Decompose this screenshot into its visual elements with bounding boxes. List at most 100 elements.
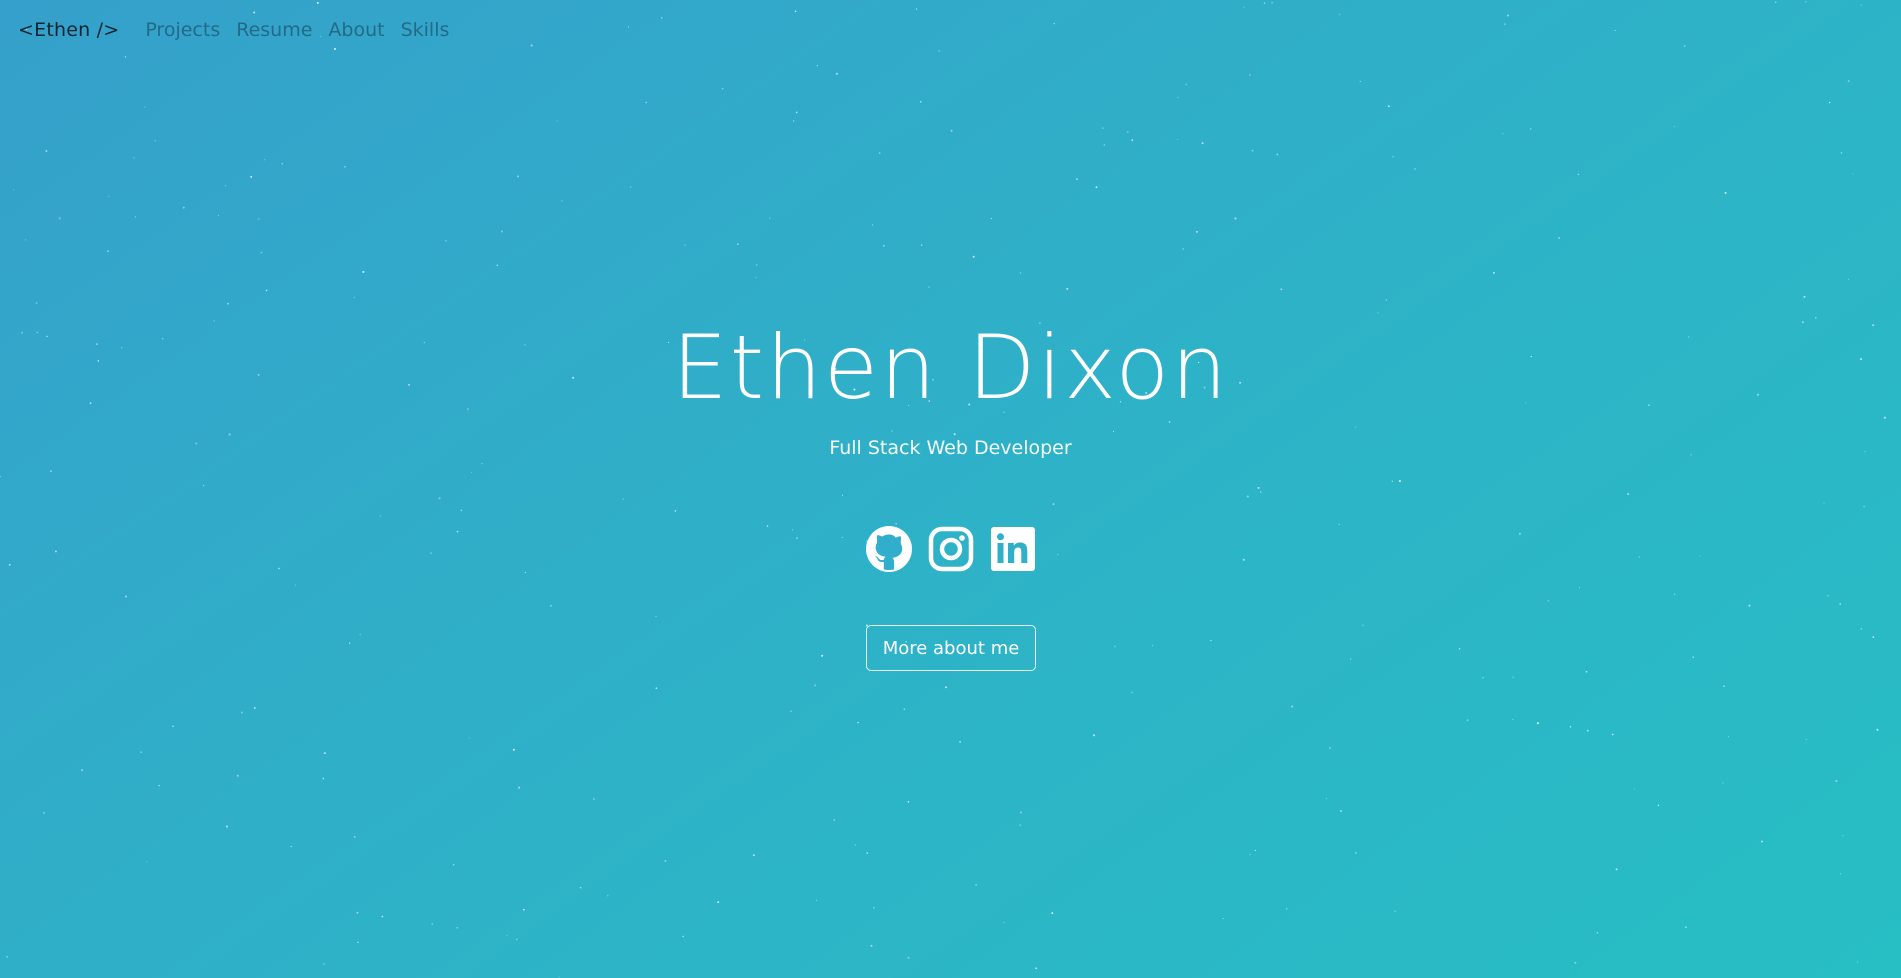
more-about-me-button[interactable]: More about me [866,625,1036,671]
star-dot [140,751,143,754]
star-dot [431,923,433,925]
star-dot [1558,236,1561,240]
nav-link-resume[interactable]: Resume [236,19,312,41]
star-dot [674,510,677,512]
star-dot [1259,491,1262,493]
star-dot [1748,604,1751,607]
star-dot [1234,217,1237,220]
star-dot [124,595,128,598]
instagram-link[interactable] [927,525,975,573]
star-dot [1243,7,1245,9]
star-dot [561,200,563,202]
star-dot [607,895,609,897]
star-dot [6,956,8,958]
star-dot [530,44,533,47]
star-dot [1222,917,1224,920]
star-dot [1823,502,1825,504]
linkedin-icon [990,527,1035,571]
star-dot [1860,628,1862,630]
star-dot [579,886,582,889]
nav-link-about[interactable]: About [328,19,384,41]
star-dot [1842,835,1844,837]
nav-link-projects[interactable]: Projects [145,19,220,41]
star-dot [224,185,227,187]
star-dot [854,844,857,846]
star-dot [1355,852,1357,854]
star-dot [353,296,355,298]
star-dot [182,206,185,209]
star-dot [1075,178,1078,181]
star-dot [381,915,384,918]
star-dot [1847,278,1850,280]
star-dot [1760,840,1763,843]
star-dot [627,26,630,28]
star-dot [322,777,325,780]
star-dot [938,50,940,52]
star-dot [1615,868,1618,871]
star-dot [1673,125,1676,127]
star-dot [438,497,441,500]
star-dot [661,17,663,19]
star-dot [1596,932,1599,934]
nav-link-skills[interactable]: Skills [401,19,450,41]
star-dot [975,883,978,886]
star-dot [1131,139,1134,142]
star-dot [506,934,508,936]
star-dot [356,911,359,914]
star-dot [217,214,220,216]
star-dot [630,186,632,188]
star-dot [1280,288,1283,291]
star-dot [1102,127,1104,129]
star-dot [1611,733,1614,736]
star-dot [945,686,947,689]
star-dot [1066,287,1069,290]
star-dot [154,140,156,142]
star-dot [550,604,552,607]
star-dot [870,944,873,947]
star-dot [1614,29,1616,32]
star-dot [1585,670,1588,673]
star-dot [684,244,686,246]
star-dot [460,509,463,512]
star-dot [1051,912,1054,915]
starfield-background [0,1,1886,978]
star-dot [1506,14,1509,17]
star-dot [1276,153,1279,156]
star-dot [816,65,818,67]
github-link[interactable] [865,525,913,573]
star-dot [452,863,455,866]
star-dot [1723,685,1726,688]
star-dot [1394,910,1396,912]
brand-logo-link[interactable]: <Ethen /> [18,19,119,41]
star-dot [1674,593,1676,595]
star-dot [871,224,874,226]
star-dot [13,189,15,191]
star-dot [835,72,838,75]
star-dot [517,175,520,178]
star-dot [253,11,256,14]
star-dot [202,484,205,487]
star-dot [1210,639,1212,642]
star-dot [1828,101,1831,104]
star-dot [1577,173,1580,176]
star-dot [1249,854,1251,856]
star-dot [841,494,844,496]
star-dot [456,927,458,929]
star-dot [1512,718,1514,720]
linkedin-link[interactable] [989,525,1037,573]
github-icon [865,526,912,572]
star-dot [1569,725,1572,728]
star-dot [556,120,558,122]
star-dot [882,244,885,247]
star-dot [814,684,817,687]
star-dot [1398,480,1401,483]
star-dot [1329,747,1331,749]
star-dot [144,106,146,108]
star-dot [1035,967,1038,970]
star-dot [1092,734,1096,737]
star-dot [1692,656,1694,658]
star-dot [323,963,325,965]
star-dot [1286,908,1288,910]
star-dot [655,616,657,618]
star-dot [1458,647,1461,650]
